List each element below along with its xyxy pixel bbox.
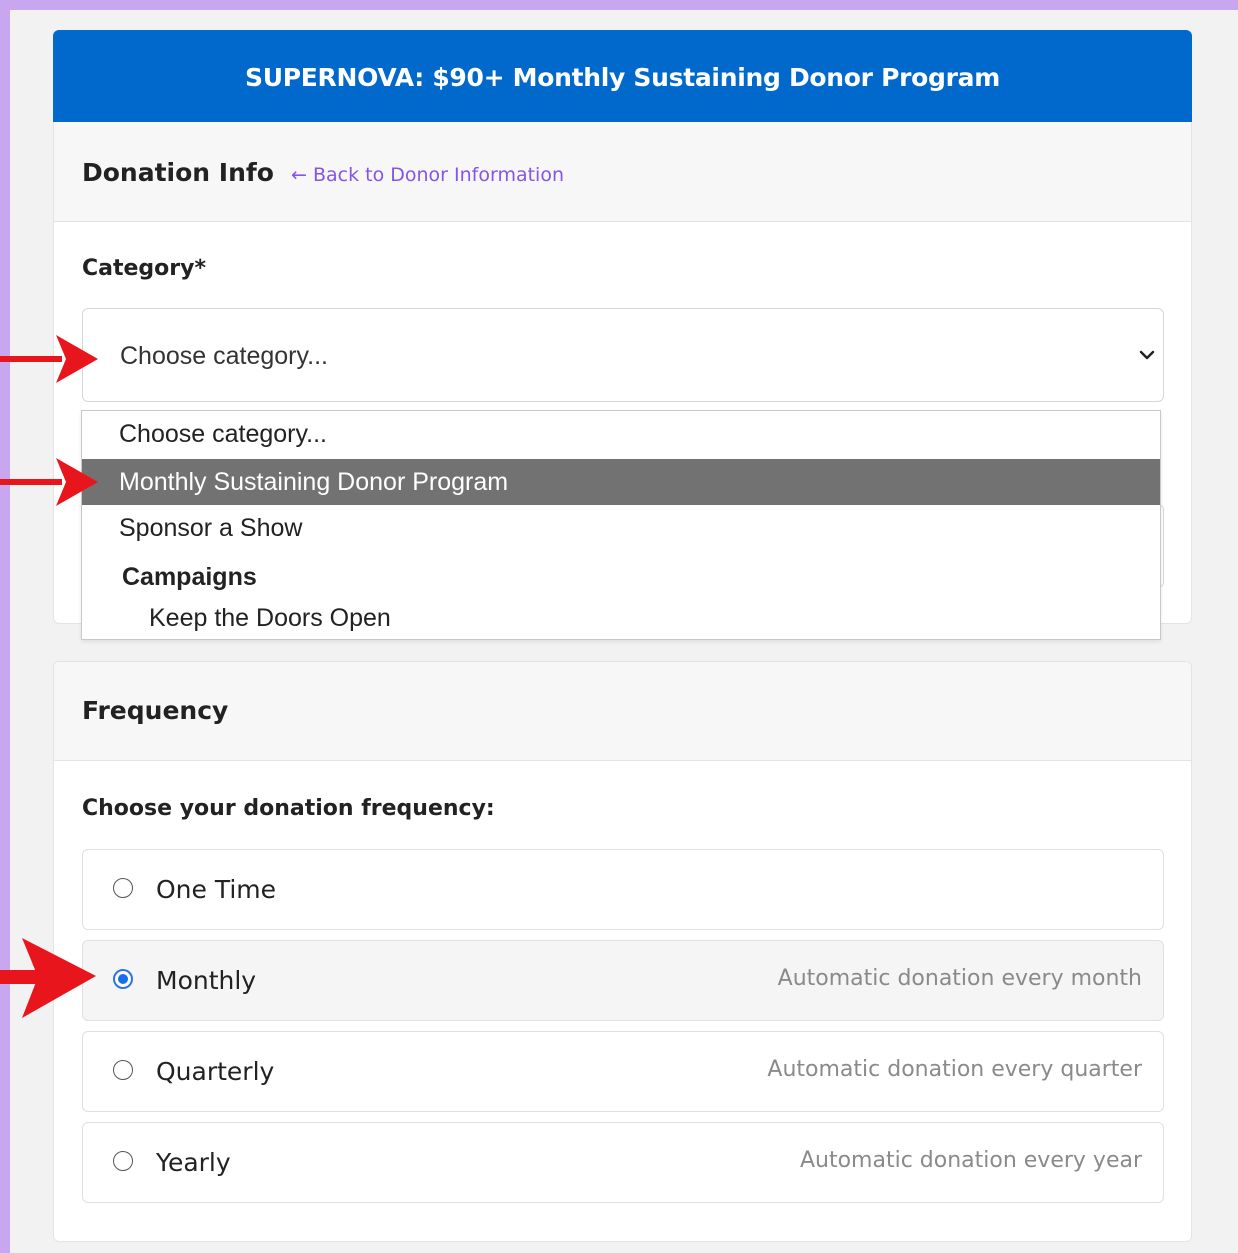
frequency-title: Frequency bbox=[82, 696, 229, 725]
frame-left-border bbox=[0, 0, 10, 1253]
category-dropdown-list[interactable]: Choose category... Monthly Sustaining Do… bbox=[81, 410, 1161, 640]
frequency-option-one-time[interactable]: One Time bbox=[82, 849, 1164, 930]
frequency-option-description: Automatic donation every month bbox=[777, 966, 1142, 991]
radio-button[interactable] bbox=[113, 1060, 133, 1080]
frequency-option-quarterly[interactable]: Quarterly Automatic donation every quart… bbox=[82, 1031, 1164, 1112]
frequency-option-label: One Time bbox=[156, 875, 277, 904]
dropdown-option[interactable]: Sponsor a Show bbox=[82, 505, 1160, 551]
frequency-card: Frequency Choose your donation frequency… bbox=[53, 661, 1192, 1242]
dropdown-option-selected[interactable]: Monthly Sustaining Donor Program bbox=[82, 459, 1160, 505]
program-banner: SUPERNOVA: $90+ Monthly Sustaining Donor… bbox=[53, 30, 1192, 124]
frequency-header: Frequency bbox=[54, 662, 1191, 761]
frequency-prompt: Choose your donation frequency: bbox=[82, 796, 495, 821]
frequency-option-label: Quarterly bbox=[156, 1057, 275, 1086]
category-select-value: Choose category... bbox=[120, 342, 328, 370]
red-arrow-icon bbox=[0, 938, 96, 1018]
radio-button[interactable] bbox=[113, 878, 133, 898]
donation-info-title: Donation Info bbox=[82, 158, 274, 187]
frequency-option-label: Monthly bbox=[156, 966, 257, 995]
category-select[interactable]: Choose category... bbox=[82, 308, 1164, 402]
frame-top-border bbox=[0, 0, 1238, 10]
back-to-donor-info-link[interactable]: ← Back to Donor Information bbox=[291, 164, 564, 186]
dropdown-group-label: Campaigns bbox=[122, 563, 257, 591]
red-arrow-icon bbox=[0, 335, 98, 383]
dropdown-option[interactable]: Choose category... bbox=[82, 411, 1160, 457]
frequency-option-description: Automatic donation every year bbox=[799, 1148, 1142, 1173]
dropdown-group-option[interactable]: Keep the Doors Open bbox=[82, 595, 1160, 639]
category-label: Category* bbox=[82, 256, 206, 281]
donation-info-header: Donation Info ← Back to Donor Informatio… bbox=[54, 122, 1191, 222]
banner-title: SUPERNOVA: $90+ Monthly Sustaining Donor… bbox=[245, 62, 1000, 92]
frequency-option-description: Automatic donation every quarter bbox=[767, 1057, 1142, 1082]
frequency-option-yearly[interactable]: Yearly Automatic donation every year bbox=[82, 1122, 1164, 1203]
red-arrow-icon bbox=[0, 458, 98, 506]
radio-button[interactable] bbox=[113, 1151, 133, 1171]
frequency-option-label: Yearly bbox=[156, 1148, 231, 1177]
frequency-option-monthly[interactable]: Monthly Automatic donation every month bbox=[82, 940, 1164, 1021]
radio-button-checked[interactable] bbox=[113, 969, 133, 989]
chevron-down-icon bbox=[1139, 350, 1155, 360]
